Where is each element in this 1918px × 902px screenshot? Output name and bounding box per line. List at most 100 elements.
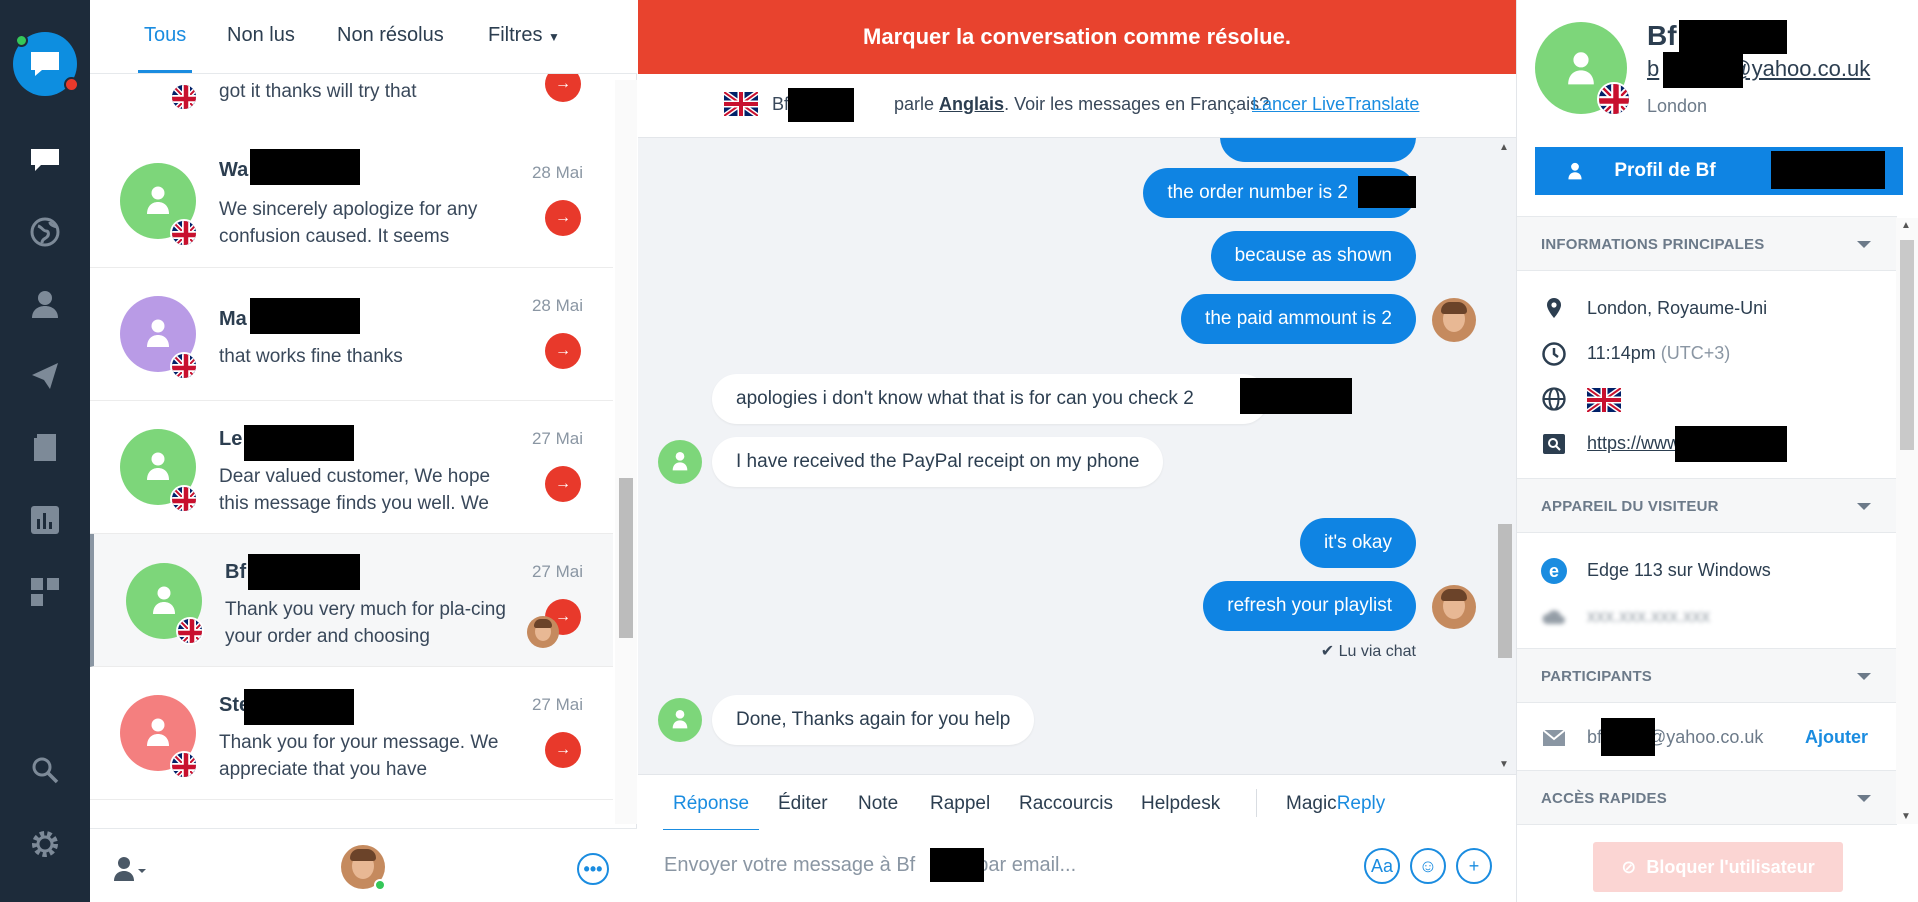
compose-area[interactable]: Envoyer votre message à Bf par email... A… (638, 830, 1516, 902)
conversation-item[interactable]: Wa 28 Mai We sincerely apologize for any… (90, 135, 613, 268)
message-bubble-out: refresh your playlist (1203, 581, 1416, 631)
inbox-icon[interactable] (27, 143, 63, 179)
tab-helpdesk[interactable]: Helpdesk (1141, 793, 1220, 815)
visitor-avatar (658, 698, 702, 742)
redaction (248, 554, 360, 590)
message-thread: the order number is 2 because as shown t… (638, 138, 1516, 774)
message-bubble-out (1220, 138, 1416, 162)
redaction (788, 88, 854, 122)
section-quick-access[interactable]: ACCÈS RAPIDES (1517, 770, 1897, 825)
main-nav (0, 0, 90, 902)
section-participants[interactable]: PARTICIPANTS (1517, 648, 1897, 703)
arrow-right-icon[interactable]: → (545, 200, 581, 236)
chevron-down-icon (1857, 673, 1871, 680)
redaction (250, 149, 360, 185)
person-icon (153, 586, 175, 614)
message-bubble-in: I have received the PayPal receipt on my… (712, 437, 1164, 487)
tab-note[interactable]: Note (858, 793, 898, 815)
uk-flag-icon (1597, 82, 1631, 116)
tab-unresolved[interactable]: Non résolus (337, 24, 444, 47)
divider (1256, 789, 1257, 817)
person-icon (147, 186, 169, 214)
conversation-preview: Thank you very much for pla-cing your or… (225, 599, 506, 647)
agent-avatar (1432, 298, 1476, 342)
redaction (1601, 718, 1655, 756)
conversation-item[interactable]: Ste 27 Mai Thank you for your message. W… (90, 667, 613, 800)
person-icon (147, 452, 169, 480)
visitor-city: London (1647, 96, 1708, 116)
tab-shortcuts[interactable]: Raccourcis (1019, 793, 1113, 815)
conversation-item-selected[interactable]: Bf 27 Mai Thank you very much for pla-ci… (90, 534, 613, 667)
analytics-icon[interactable] (27, 502, 63, 538)
redaction (1663, 52, 1743, 88)
agent-avatar (527, 616, 559, 648)
conversation-item[interactable]: Ma 28 Mai that works fine thanks → (90, 268, 613, 401)
list-footer: ••• (90, 828, 637, 902)
tab-filters[interactable]: Filtres ▼ (488, 24, 560, 47)
tab-magicreply[interactable]: MagicReply (1286, 793, 1385, 815)
add-attachment-icon[interactable]: + (1456, 848, 1492, 884)
list-scrollbar[interactable] (615, 80, 637, 824)
person-icon (147, 319, 169, 347)
message-bubble-in: apologies i don't know what that is for … (712, 374, 1268, 424)
search-icon[interactable] (27, 752, 63, 788)
globe-icon[interactable] (27, 214, 63, 250)
section-main-info[interactable]: INFORMATIONS PRINCIPALES (1517, 216, 1897, 271)
tab-edit[interactable]: Éditer (778, 793, 828, 815)
online-status-dot (374, 879, 386, 891)
plugins-icon[interactable] (27, 574, 63, 610)
person-icon (672, 452, 688, 471)
tab-all[interactable]: Tous (137, 24, 193, 73)
redaction (250, 298, 360, 334)
knowledge-icon[interactable] (27, 430, 63, 466)
user-status-icon[interactable] (114, 855, 148, 883)
conversation-date: 28 Mai (531, 163, 583, 182)
more-options-icon[interactable]: ••• (577, 853, 609, 885)
contact-name: Le (219, 428, 243, 450)
conversation-preview: that works fine thanks (219, 346, 403, 367)
compose-placeholder[interactable]: Envoyer votre message à Bf par email... (664, 854, 1076, 877)
contact-name: Bf (225, 561, 247, 583)
panel-scrollbar[interactable]: ▲ ▼ (1896, 218, 1918, 824)
visited-url[interactable]: https://www (1587, 433, 1680, 454)
browse-search-icon (1543, 434, 1565, 454)
redaction (1240, 378, 1352, 414)
tab-unread[interactable]: Non lus (227, 24, 295, 47)
livetranslate-link[interactable]: Lancer LiveTranslate (1252, 94, 1419, 115)
conversation-preview: Thank you for your message. We appreciat… (219, 732, 499, 780)
ban-icon: ⊘ (1621, 856, 1637, 877)
resolve-conversation-button[interactable]: Marquer la conversation comme résolue. (638, 0, 1516, 74)
conversation-item[interactable]: Le 27 Mai Dear valued customer, We hope … (90, 401, 613, 534)
conversation-preview: We sincerely apologize for any confusion… (219, 199, 478, 247)
tab-reply[interactable]: Réponse (662, 793, 760, 832)
uk-flag-icon (170, 219, 198, 247)
person-icon (147, 718, 169, 746)
conversation-date: 27 Mai (531, 695, 583, 714)
contacts-icon[interactable] (27, 286, 63, 322)
emoji-icon[interactable]: ☺ (1410, 848, 1446, 884)
campaigns-icon[interactable] (27, 358, 63, 394)
settings-gear-icon[interactable] (27, 826, 63, 862)
tab-reminder[interactable]: Rappel (930, 793, 990, 815)
message-bubble-out: the paid ammount is 2 (1181, 294, 1416, 344)
font-format-button[interactable]: Aa (1364, 848, 1400, 884)
chat-panel: Marquer la conversation comme résolue. B… (638, 0, 1516, 902)
chat-scrollbar[interactable]: ▲ ▼ (1494, 138, 1516, 774)
person-icon (672, 710, 688, 729)
uk-flag-icon (176, 617, 204, 645)
section-visitor-device[interactable]: APPAREIL DU VISITEUR (1517, 478, 1897, 533)
filter-tabs: Tous Non lus Non résolus Filtres ▼ (90, 0, 637, 74)
arrow-right-icon[interactable]: → (545, 732, 581, 768)
chevron-down-icon (1857, 795, 1871, 802)
chat-logo-icon[interactable] (13, 32, 79, 96)
reply-tabs: Réponse Éditer Note Rappel Raccourcis He… (638, 774, 1516, 832)
add-participant-button[interactable]: Ajouter (1805, 727, 1868, 748)
block-user-button[interactable]: ⊘ Bloquer l'utilisateur (1593, 842, 1843, 892)
redaction (1679, 20, 1787, 54)
uk-flag-icon (722, 89, 760, 119)
arrow-right-icon[interactable]: → (545, 466, 581, 502)
arrow-right-icon[interactable]: → (545, 333, 581, 369)
message-bubble-out: it's okay (1299, 518, 1416, 568)
redaction (244, 425, 354, 461)
message-bubble-in: Done, Thanks again for you help (712, 695, 1035, 745)
